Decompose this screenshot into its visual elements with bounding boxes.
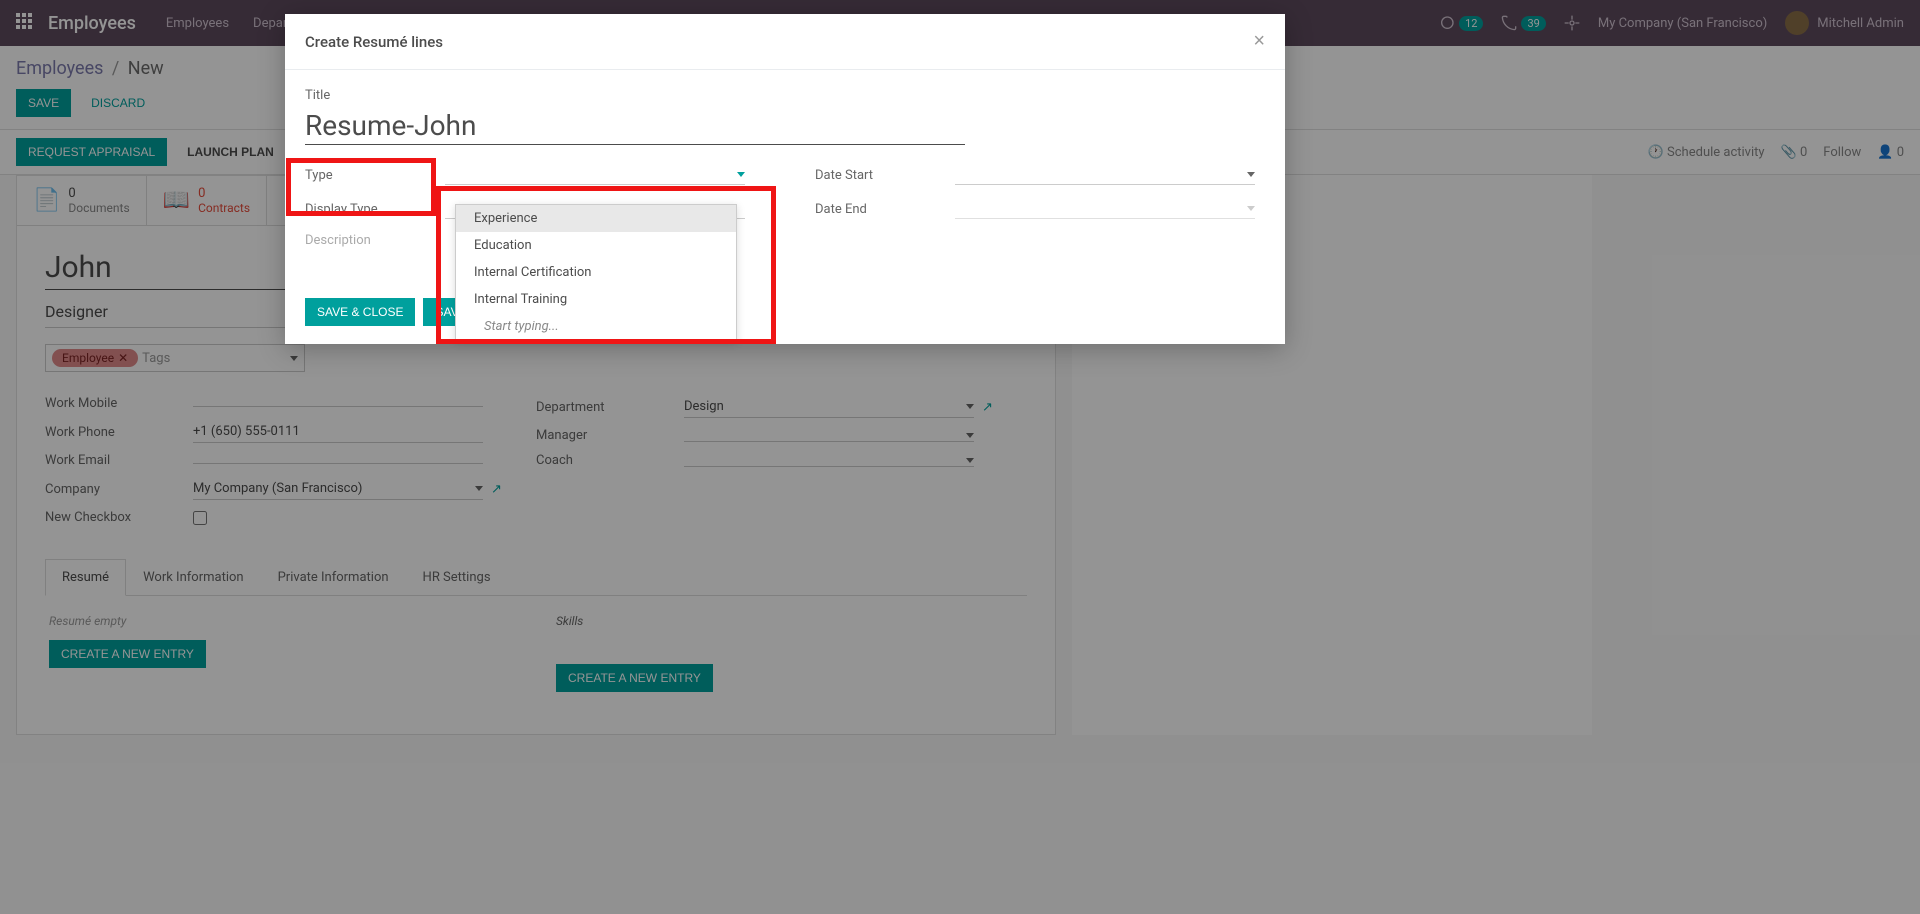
dropdown-option-education[interactable]: Education — [456, 232, 736, 259]
description-label: Description — [305, 233, 445, 248]
modal-title: Create Resumé lines — [305, 33, 443, 51]
dropdown-option-internal-training[interactable]: Internal Training — [456, 286, 736, 313]
type-dropdown: Experience Education Internal Certificat… — [455, 204, 737, 341]
title-input[interactable]: Resume-John — [305, 107, 965, 145]
chevron-down-icon — [737, 172, 745, 177]
dropdown-hint[interactable]: Start typing... — [456, 313, 736, 340]
save-close-button[interactable]: Save & Close — [305, 298, 415, 326]
display-type-label: Display Type — [305, 202, 445, 217]
dropdown-option-experience[interactable]: Experience — [456, 205, 736, 232]
chevron-down-icon — [1247, 206, 1255, 211]
date-start-label: Date Start — [815, 168, 955, 183]
date-start-input[interactable] — [955, 165, 1255, 185]
title-label: Title — [305, 88, 1265, 103]
date-end-input[interactable] — [955, 199, 1255, 219]
type-select[interactable] — [445, 165, 745, 185]
type-label: Type — [305, 168, 445, 183]
chevron-down-icon — [1247, 172, 1255, 177]
dropdown-option-internal-cert[interactable]: Internal Certification — [456, 259, 736, 286]
date-end-label: Date End — [815, 202, 955, 217]
create-resume-lines-modal: Create Resumé lines × Title Resume-John … — [285, 14, 1285, 344]
close-icon[interactable]: × — [1253, 30, 1265, 53]
